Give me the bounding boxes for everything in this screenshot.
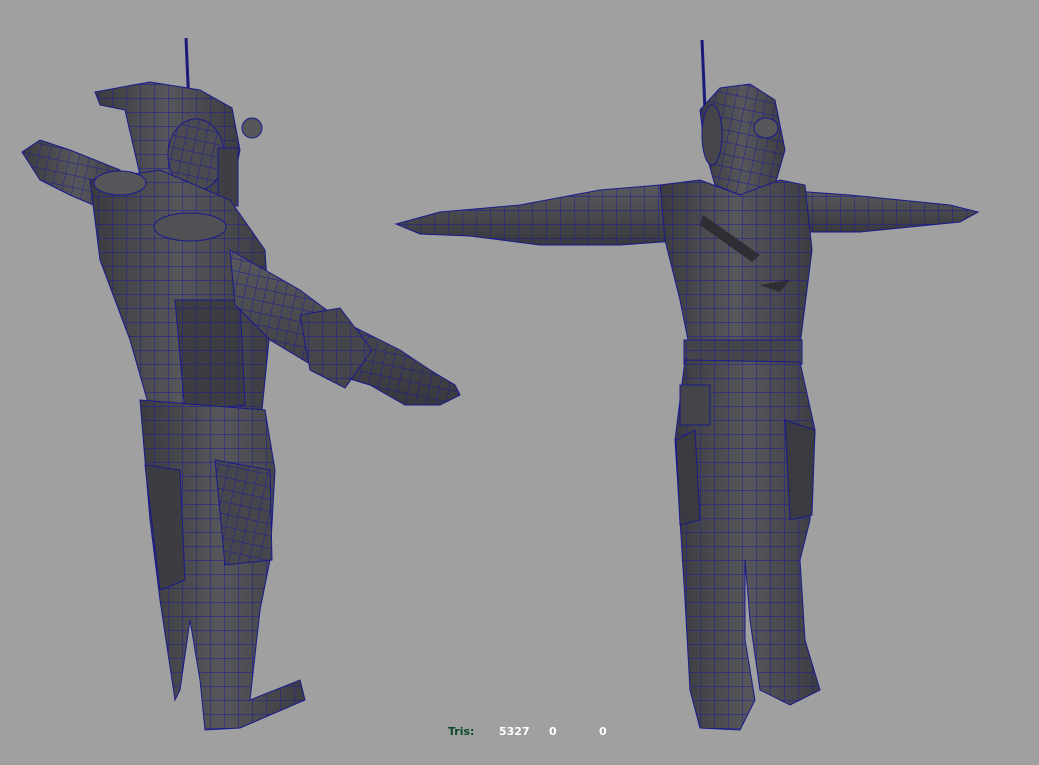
- tris-count: 5327: [499, 725, 530, 738]
- viewport-scene[interactable]: [0, 0, 1039, 765]
- robot-character-front-view[interactable]: [394, 39, 980, 731]
- torso-front: [659, 179, 813, 365]
- faces-count: 0: [599, 725, 607, 738]
- tris-label: Tris:: [448, 725, 475, 738]
- antenna: [700, 39, 707, 111]
- selected-count: 0: [549, 725, 557, 738]
- legs-front: [674, 359, 821, 731]
- helmet-front: [699, 83, 786, 196]
- legs: [139, 399, 306, 731]
- 3d-viewport[interactable]: Tris: 5327 0 0: [0, 0, 1039, 765]
- robot-character-perspective-view[interactable]: [21, 37, 461, 731]
